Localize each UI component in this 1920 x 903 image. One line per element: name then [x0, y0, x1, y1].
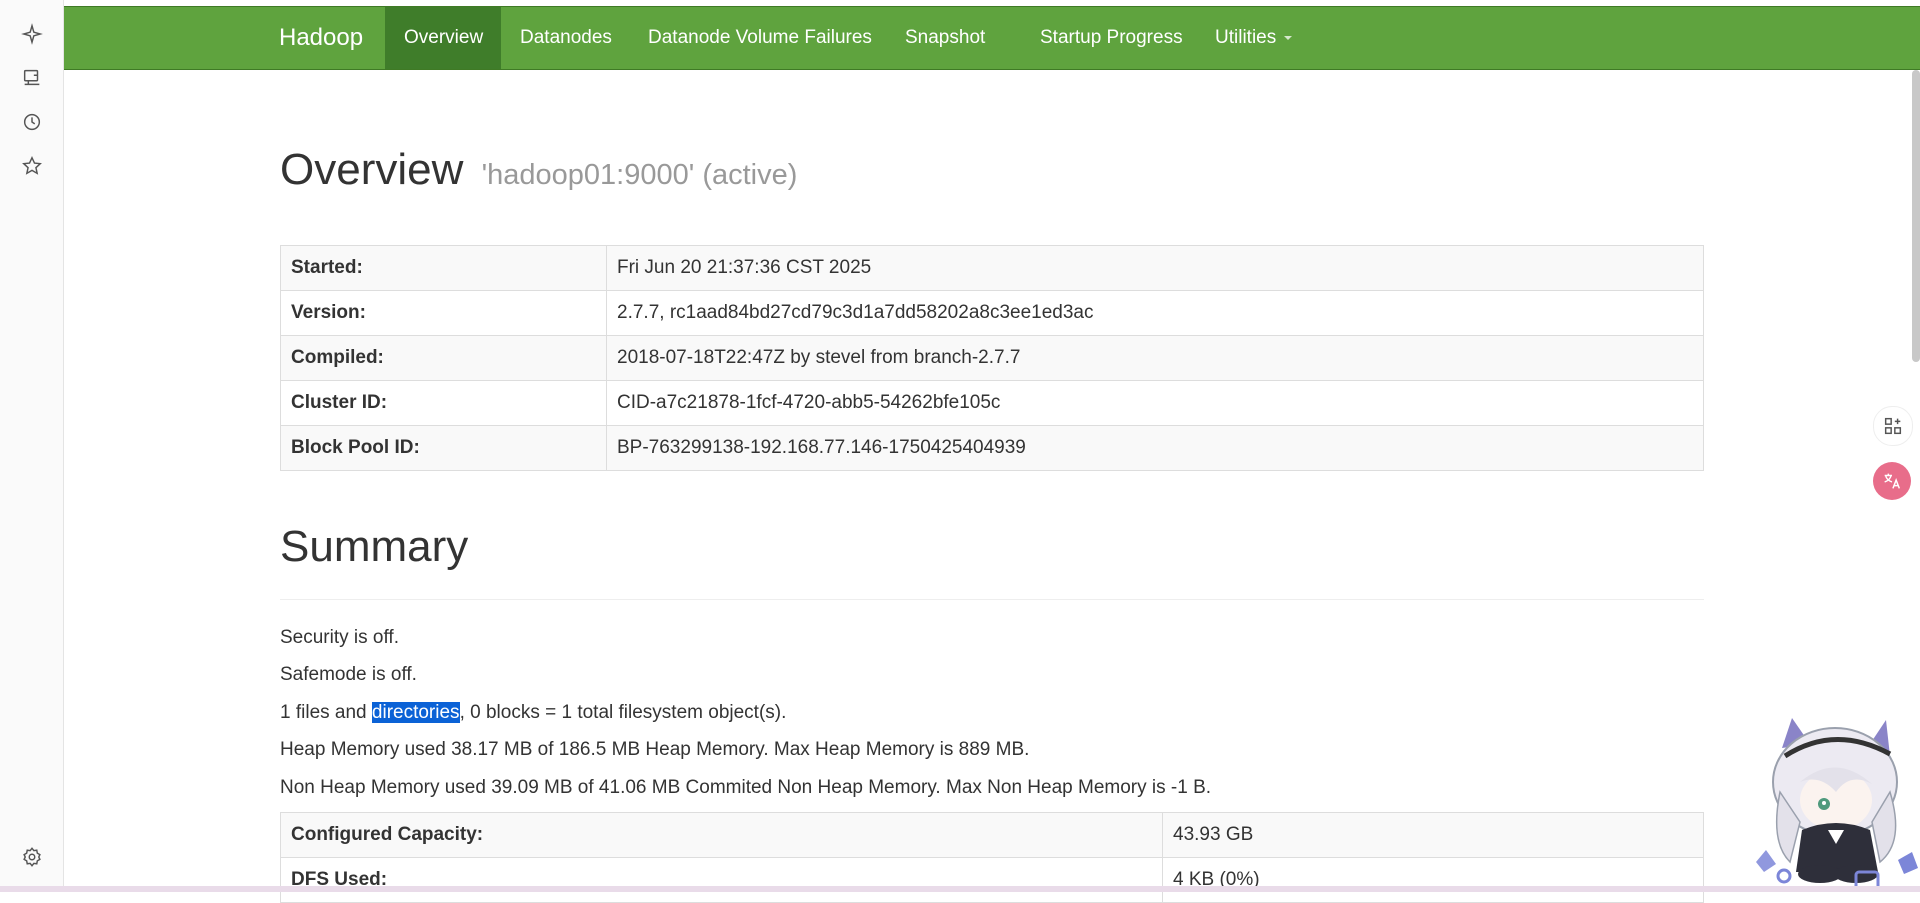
tab-overview[interactable]: Overview: [385, 7, 501, 69]
row-key: Compiled:: [280, 335, 607, 381]
filesystem-objects: 1 files and directories, 0 blocks = 1 to…: [280, 702, 786, 724]
row-key: Configured Capacity:: [280, 812, 1163, 858]
selected-text[interactable]: directories: [371, 702, 460, 723]
row-key: DFS Used:: [280, 857, 1163, 903]
table-row: Compiled: 2018-07-18T22:47Z by stevel fr…: [280, 335, 1704, 381]
row-value: BP-763299138-192.168.77.146-175042540493…: [606, 425, 1704, 471]
settings-icon[interactable]: [20, 845, 44, 869]
table-row: Version: 2.7.7, rc1aad84bd27cd79c3d1a7dd…: [280, 290, 1704, 336]
row-key: Version:: [280, 290, 607, 336]
heap-memory: Heap Memory used 38.17 MB of 186.5 MB He…: [280, 739, 1030, 760]
history-icon[interactable]: [20, 110, 44, 134]
sparkle-icon[interactable]: [20, 22, 44, 46]
chevron-down-icon: [1284, 35, 1293, 40]
table-row: Started: Fri Jun 20 21:37:36 CST 2025: [280, 245, 1704, 291]
browser-sidebar: [0, 0, 64, 892]
table-row: DFS Used: 4 KB (0%): [280, 857, 1704, 903]
tv-icon[interactable]: [20, 66, 44, 90]
translate-icon[interactable]: [1873, 462, 1911, 500]
hadoop-navbar: Hadoop Overview Datanodes Datanode Volum…: [64, 6, 1920, 70]
row-key: Cluster ID:: [280, 380, 607, 426]
safemode-status: Safemode is off.: [280, 664, 417, 685]
security-status: Security is off.: [280, 627, 399, 648]
brand-logo[interactable]: Hadoop: [279, 7, 363, 69]
tab-datanode-volume-failures[interactable]: Datanode Volume Failures: [629, 7, 891, 69]
tab-utilities[interactable]: Utilities: [1196, 7, 1311, 69]
overview-title: Overview: [280, 145, 464, 194]
summary-title: Summary: [280, 522, 469, 571]
tab-utilities-label: Utilities: [1215, 27, 1277, 48]
files-text-post: , 0 blocks = 1 total filesystem object(s…: [459, 702, 787, 723]
row-key: Block Pool ID:: [280, 425, 607, 471]
table-row: Configured Capacity: 43.93 GB: [280, 812, 1704, 858]
row-value: 2018-07-18T22:47Z by stevel from branch-…: [606, 335, 1704, 381]
files-text-pre: 1 files and: [280, 702, 372, 723]
divider: [280, 599, 1704, 600]
page-title: Overview 'hadoop01:9000' (active): [280, 145, 797, 195]
overview-subtitle: 'hadoop01:9000' (active): [481, 159, 798, 191]
nonheap-memory: Non Heap Memory used 39.09 MB of 41.06 M…: [280, 777, 1212, 798]
table-row: Block Pool ID: BP-763299138-192.168.77.1…: [280, 425, 1704, 471]
row-value: Fri Jun 20 21:37:36 CST 2025: [606, 245, 1704, 291]
row-value: 43.93 GB: [1162, 812, 1704, 858]
row-value: CID-a7c21878-1fcf-4720-abb5-54262bfe105c: [606, 380, 1704, 426]
overview-table: Started: Fri Jun 20 21:37:36 CST 2025 Ve…: [280, 245, 1704, 471]
star-icon[interactable]: [20, 154, 44, 178]
apps-add-icon[interactable]: [1873, 406, 1913, 446]
scrollbar[interactable]: [1912, 70, 1920, 362]
mascot-image[interactable]: [1740, 712, 1920, 892]
bottom-strip: [0, 886, 1920, 892]
row-key: Started:: [280, 245, 607, 291]
tab-startup-progress[interactable]: Startup Progress: [1021, 7, 1202, 69]
row-value: 2.7.7, rc1aad84bd27cd79c3d1a7dd58202a8c3…: [606, 290, 1704, 336]
tab-datanodes[interactable]: Datanodes: [501, 7, 631, 69]
row-value: 4 KB (0%): [1162, 857, 1704, 903]
table-row: Cluster ID: CID-a7c21878-1fcf-4720-abb5-…: [280, 380, 1704, 426]
tab-snapshot[interactable]: Snapshot: [886, 7, 1004, 69]
